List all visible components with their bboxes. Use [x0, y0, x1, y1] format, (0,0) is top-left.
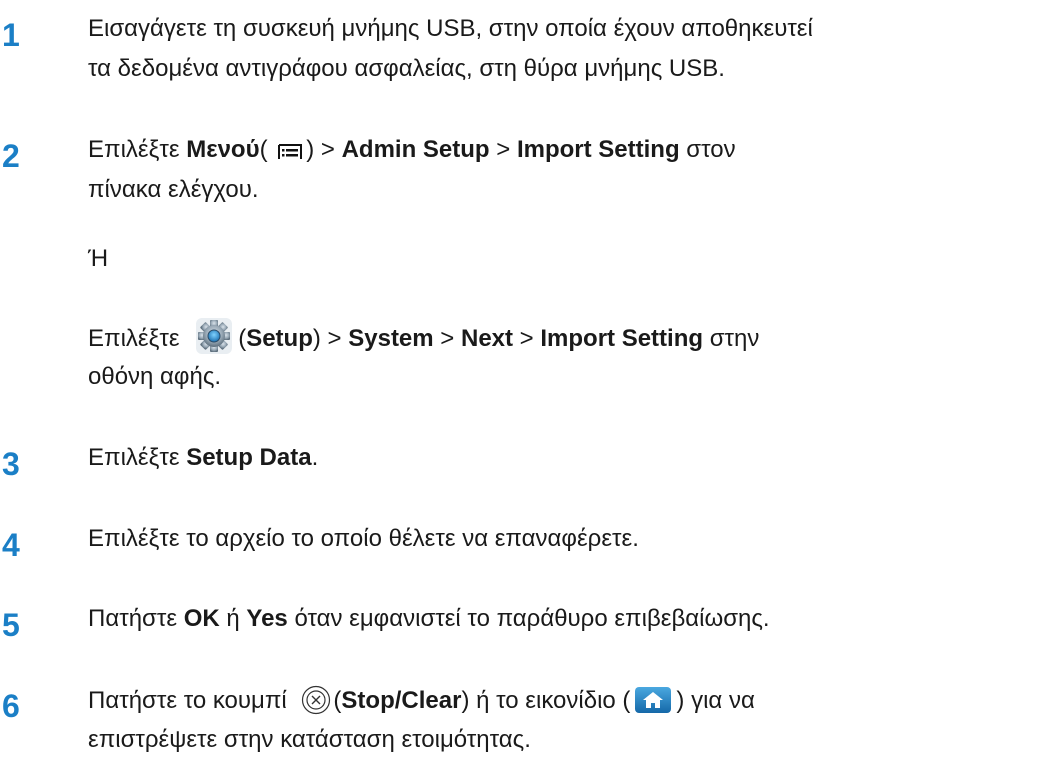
menu-label: Μενού: [186, 136, 260, 163]
step-number: 6: [2, 688, 20, 724]
setup-label: Setup: [246, 325, 313, 352]
step-number: 1: [2, 17, 20, 53]
step-text: Επιλέξτε το αρχείο το οποίο θέλετε να επ…: [88, 525, 639, 552]
stop-clear-icon: [302, 685, 331, 715]
or-text: Ή: [88, 245, 109, 272]
step-text: Πατήστε το κουμπί (Stop/Clear) ή το εικο…: [88, 685, 755, 715]
admin-setup-label: Admin Setup: [341, 136, 490, 163]
menu-icon: [278, 144, 303, 159]
home-icon: [635, 687, 672, 713]
import-setting-label: Import Setting: [516, 136, 680, 163]
step-text: Επιλέξτε Μενού( ) > Admin Setup > Import…: [88, 136, 736, 163]
step-text: Επιλέξτε (Setup) > System > Next > Impor…: [88, 316, 759, 356]
step-text: Εισαγάγετε τη συσκευή μνήμης USB, στην ο…: [88, 15, 813, 42]
gear-icon: [196, 318, 233, 354]
step-text: Επιλέξτε Setup Data.: [88, 444, 319, 471]
ok-label: OK: [183, 605, 220, 632]
step-number: 2: [2, 138, 20, 174]
step-number: 3: [2, 446, 20, 482]
import-setting-label: Import Setting: [540, 325, 704, 352]
step-text: τα δεδομένα αντιγράφου ασφαλείας, στη θύ…: [88, 55, 725, 82]
step-text: πίνακα ελέγχου.: [88, 176, 259, 203]
yes-label: Yes: [246, 605, 288, 632]
step-text: οθόνη αφής.: [88, 363, 222, 390]
step-text: επιστρέψετε στην κατάσταση ετοιμότητας.: [88, 726, 531, 753]
setup-data-label: Setup Data: [186, 444, 312, 471]
stop-clear-label: Stop/Clear: [341, 687, 462, 714]
step-number: 5: [2, 607, 20, 643]
step-text: Πατήστε OK ή Yes όταν εμφανιστεί το παρά…: [88, 605, 770, 632]
step-number: 4: [2, 527, 20, 563]
next-label: Next: [460, 325, 514, 352]
system-label: System: [348, 325, 434, 352]
